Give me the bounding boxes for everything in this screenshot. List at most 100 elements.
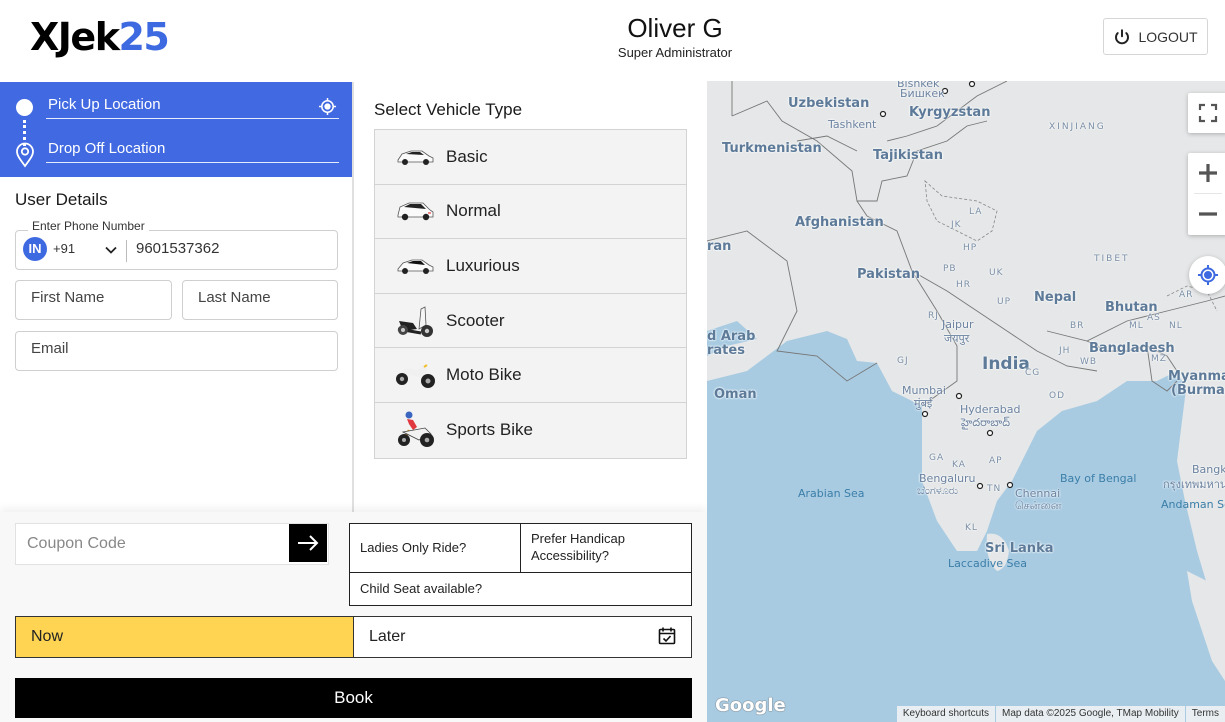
vehicle-option-sports-bike[interactable]: Sports Bike: [375, 402, 686, 458]
now-option[interactable]: Now: [16, 617, 354, 657]
map-label-mumbai-local: मुंबई: [914, 397, 933, 410]
map-label-chennai-local: சென்னை: [1015, 499, 1062, 512]
logout-label: LOGOUT: [1138, 28, 1198, 45]
my-location-button[interactable]: [1189, 256, 1225, 294]
map-label-state: GA: [929, 453, 945, 463]
zoom-out-button[interactable]: [1188, 194, 1225, 234]
map-label-nepal: Nepal: [1034, 290, 1077, 305]
calendar-check-icon[interactable]: [657, 626, 677, 646]
map-label-state: UP: [997, 297, 1012, 307]
map-label-state: PB: [943, 264, 957, 274]
map-label-kyrgyzstan: Kyrgyzstan: [909, 105, 991, 120]
map-label-iran: ran: [707, 239, 732, 254]
vehicle-type-title: Select Vehicle Type: [374, 100, 523, 119]
keyboard-shortcuts-link[interactable]: Keyboard shortcuts: [896, 706, 996, 722]
phone-field[interactable]: Enter Phone Number IN +91 9601537362: [15, 219, 338, 270]
first-name-input[interactable]: First Name: [15, 280, 172, 320]
phone-input[interactable]: 9601537362: [136, 240, 219, 257]
map-label-jaipur-local: जयपुर: [944, 332, 970, 345]
map-attribution: Keyboard shortcuts Map data ©2025 Google…: [896, 706, 1225, 722]
map-label-arabian-sea: Arabian Sea: [798, 487, 865, 500]
later-option[interactable]: Later: [354, 617, 691, 657]
power-icon: [1115, 28, 1130, 44]
map-label-state: NL: [1169, 321, 1183, 331]
map-label-state: JH: [1059, 346, 1071, 356]
map-label-state: HR: [956, 280, 972, 290]
location-panel: Pick Up Location Drop Off Location: [0, 82, 352, 177]
map-label-bishkek-local: Бишкек: [900, 87, 945, 100]
logo-accent-text: 25: [118, 15, 169, 59]
map-label-sri-lanka: Sri Lanka: [985, 541, 1054, 556]
zoom-out-icon: [1199, 212, 1217, 216]
crosshair-icon[interactable]: [318, 97, 337, 116]
map-label-state: JK: [951, 220, 962, 230]
terms-link[interactable]: Terms: [1185, 706, 1225, 722]
map-label-uzbekistan: Uzbekistan: [788, 96, 870, 111]
country-flag-icon[interactable]: IN: [23, 237, 47, 261]
google-logo[interactable]: Google: [715, 695, 786, 716]
user-role: Super Administrator: [617, 45, 733, 60]
map-label-bangkok-local: กรุงเทพมหาน: [1163, 478, 1225, 491]
vehicle-option-normal[interactable]: Normal: [375, 184, 686, 240]
map-label-tashkent: Tashkent: [828, 118, 877, 131]
app-logo[interactable]: XJek25: [30, 14, 170, 60]
map-label-andaman-sea: Andaman Sea: [1161, 498, 1225, 511]
map-label-india: India: [982, 354, 1030, 374]
map-label-state: AS: [1147, 313, 1161, 323]
map-view[interactable]: Bishkek Бишкек Uzbekistan Kyrgyzstan Tas…: [707, 81, 1225, 722]
map-label-jaipur: Jaipur: [942, 318, 974, 331]
ride-preferences: Ladies Only Ride? Prefer Handicap Access…: [349, 523, 692, 606]
ride-timing-toggle: Now Later: [15, 616, 692, 658]
vehicle-label: Scooter: [446, 310, 505, 330]
map-label-oman: Oman: [714, 387, 757, 402]
vehicle-option-luxurious[interactable]: Luxurious: [375, 239, 686, 294]
zoom-in-button[interactable]: [1188, 153, 1225, 193]
chevron-down-icon[interactable]: [104, 243, 118, 257]
coupon-code-input[interactable]: Coupon Code: [15, 523, 329, 565]
apply-coupon-button[interactable]: [289, 524, 327, 562]
map-label-turkmenistan: Turkmenistan: [722, 141, 822, 156]
user-details-title: User Details: [15, 190, 108, 209]
user-info: Oliver G Super Administrator: [575, 12, 775, 62]
map-label-state: KA: [952, 460, 966, 470]
zoom-controls: [1188, 153, 1225, 235]
book-button[interactable]: Book: [15, 678, 692, 718]
map-label-state: HP: [963, 243, 978, 253]
filled-circle-icon: [16, 99, 33, 116]
map-label-pakistan: Pakistan: [857, 267, 921, 282]
logo-text: XJek: [30, 15, 120, 59]
vehicle-option-basic[interactable]: Basic: [375, 130, 686, 185]
map-base: [707, 81, 1225, 722]
map-label-state: ML: [1129, 321, 1144, 331]
dropoff-location-input[interactable]: Drop Off Location: [46, 138, 339, 163]
handicap-option[interactable]: Prefer Handicap Accessibility?: [521, 524, 691, 573]
map-label-state: LA: [969, 207, 983, 217]
pickup-location-input[interactable]: Pick Up Location: [46, 94, 339, 119]
my-location-icon: [1198, 265, 1218, 285]
vehicle-label: Sports Bike: [446, 420, 533, 440]
phone-label: Enter Phone Number: [28, 219, 149, 233]
luxury-car-icon: [393, 248, 437, 284]
map-label-state: MZ: [1151, 354, 1167, 364]
email-input[interactable]: Email: [15, 331, 338, 371]
map-label-tajikistan: Tajikistan: [873, 148, 943, 163]
country-code[interactable]: +91: [53, 241, 75, 256]
map-label-hyderabad: Hyderabad: [960, 403, 1021, 416]
map-label-xinjiang: XINJIANG: [1049, 122, 1106, 132]
zoom-in-icon: [1199, 164, 1217, 182]
map-data-credit: Map data ©2025 Google, TMap Mobility: [996, 706, 1185, 722]
fullscreen-button[interactable]: [1188, 93, 1225, 133]
booking-panel: Coupon Code Ladies Only Ride? Prefer Han…: [0, 512, 707, 722]
vehicle-option-scooter[interactable]: Scooter: [375, 293, 686, 349]
sports-bike-icon: [393, 411, 437, 448]
map-label-state: WB: [1080, 357, 1098, 367]
child-seat-option[interactable]: Child Seat available?: [350, 573, 691, 605]
logout-button[interactable]: LOGOUT: [1103, 18, 1208, 55]
pickup-placeholder: Pick Up Location: [48, 96, 161, 113]
vehicle-option-moto-bike[interactable]: Moto Bike: [375, 348, 686, 403]
last-name-input[interactable]: Last Name: [182, 280, 338, 320]
motorbike-icon: [393, 357, 437, 393]
map-label-afghanistan: Afghanistan: [795, 215, 884, 230]
map-label-state: RJ: [928, 311, 939, 321]
ladies-only-option[interactable]: Ladies Only Ride?: [350, 524, 521, 573]
